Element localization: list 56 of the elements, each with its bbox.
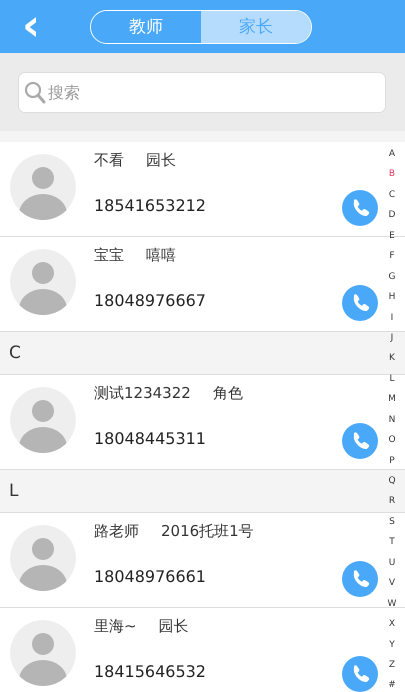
contact-name: 不看	[94, 151, 124, 170]
index-letter[interactable]: G	[385, 266, 399, 288]
index-letter[interactable]: J	[385, 328, 399, 348]
index-letter[interactable]: Q	[385, 471, 399, 492]
search-box[interactable]: 搜索	[18, 72, 386, 113]
contact-role: 园长	[146, 151, 176, 170]
index-letter[interactable]: B	[385, 164, 399, 185]
index-letter[interactable]: Y	[385, 634, 399, 655]
avatar-icon	[10, 620, 76, 686]
index-letter[interactable]: F	[385, 246, 399, 267]
contact-name: 宝宝	[94, 246, 124, 265]
index-letter[interactable]: U	[385, 552, 399, 574]
index-letter[interactable]: O	[385, 430, 399, 451]
contact-role: 角色	[212, 384, 243, 403]
avatar-icon	[10, 249, 76, 315]
index-letter[interactable]: C	[385, 184, 399, 206]
avatar-icon	[10, 387, 76, 453]
index-letter[interactable]: X	[385, 614, 399, 634]
phone-call-icon[interactable]	[342, 285, 378, 321]
index-letter[interactable]: T	[385, 532, 399, 553]
index-letter[interactable]: A	[385, 144, 399, 164]
index-letter[interactable]: S	[385, 512, 399, 532]
avatar-icon	[10, 154, 76, 220]
index-letter[interactable]: W	[385, 594, 399, 614]
avatar-icon	[10, 525, 76, 591]
phone-call-icon[interactable]	[342, 561, 378, 597]
index-letter[interactable]: I	[385, 308, 399, 328]
contact-name: 里海~	[94, 617, 137, 636]
index-letter[interactable]: N	[385, 410, 399, 430]
section-letter: C	[9, 343, 21, 363]
search-icon	[24, 80, 46, 104]
phone-call-icon[interactable]	[342, 190, 378, 226]
contact-role: 2016托班1号	[161, 522, 254, 541]
index-letter[interactable]: D	[385, 205, 399, 226]
phone-number: 18048976661	[94, 567, 207, 586]
index-letter[interactable]: L	[385, 368, 399, 390]
index-letter[interactable]: M	[385, 389, 399, 410]
phone-number: 18415646532	[94, 662, 206, 681]
index-letter[interactable]: Z	[385, 654, 399, 676]
phone-number: 18048976667	[94, 291, 206, 310]
index-letter[interactable]: H	[385, 287, 399, 308]
contact-role: 嘻嘻	[146, 246, 176, 265]
contact-name: 测试1234322	[94, 384, 191, 403]
index-letter[interactable]: R	[385, 491, 399, 512]
contact-name: 路老师	[94, 522, 139, 541]
phone-number: 18048445311	[94, 429, 207, 448]
index-letter[interactable]: E	[385, 226, 399, 246]
phone-call-icon[interactable]	[342, 656, 378, 692]
contact-role: 园长	[158, 617, 189, 636]
phone-number: 18541653212	[94, 196, 206, 215]
phone-call-icon[interactable]	[342, 423, 378, 459]
index-letter[interactable]: P	[385, 450, 399, 471]
section-letter: L	[9, 481, 18, 501]
index-letter[interactable]: K	[385, 348, 399, 369]
index-letter[interactable]: #	[385, 675, 399, 692]
index-letter[interactable]: V	[385, 573, 399, 594]
